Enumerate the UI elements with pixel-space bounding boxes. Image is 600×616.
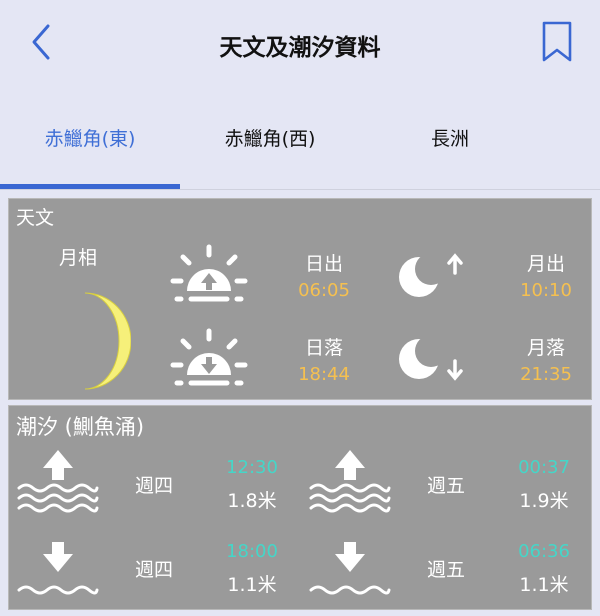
moonrise-time: 10:10 bbox=[520, 280, 572, 301]
tide-day: 週五 bbox=[426, 475, 465, 497]
tide-day: 週五 bbox=[426, 559, 465, 581]
active-tab-indicator bbox=[0, 184, 180, 189]
low-tide-icon bbox=[309, 538, 391, 598]
tide-height: 1.1米 bbox=[519, 574, 569, 596]
high-tide-icon bbox=[309, 448, 391, 516]
tide-height: 1.8米 bbox=[227, 490, 277, 512]
astronomy-panel: 天文 月相 日出 06:05 月出 10:10 日落 18:44 月落 21:3… bbox=[8, 198, 592, 400]
moon-phase-icon bbox=[81, 291, 131, 391]
tide-time: 18:00 bbox=[226, 541, 278, 562]
moonset-icon bbox=[395, 335, 465, 385]
moonrise-icon bbox=[395, 251, 465, 301]
tide-height: 1.9米 bbox=[519, 490, 569, 512]
tide-height: 1.1米 bbox=[227, 574, 277, 596]
sunrise-label: 日出 bbox=[304, 253, 343, 275]
tide-title: 潮汐 (鰂魚涌) bbox=[16, 415, 145, 439]
tide-time: 00:37 bbox=[518, 457, 570, 478]
location-tabs: 赤鱲角(東) 赤鱲角(西) 長洲 bbox=[0, 86, 600, 190]
sunrise-time: 06:05 bbox=[298, 280, 350, 301]
astronomy-title: 天文 bbox=[16, 207, 55, 229]
sunset-label: 日落 bbox=[304, 337, 343, 359]
tide-time: 06:36 bbox=[518, 541, 570, 562]
tab-chek-lap-kok-west[interactable]: 赤鱲角(西) bbox=[180, 124, 360, 151]
bookmark-icon bbox=[542, 21, 572, 62]
header-bar: 天文及潮汐資料 bbox=[0, 0, 600, 86]
tab-chek-lap-kok-east[interactable]: 赤鱲角(東) bbox=[0, 124, 180, 151]
tide-time: 12:30 bbox=[226, 457, 278, 478]
page-title: 天文及潮汐資料 bbox=[219, 35, 381, 61]
tab-cheung-chau[interactable]: 長洲 bbox=[360, 124, 540, 151]
bookmark-button[interactable] bbox=[540, 20, 574, 64]
tide-day: 週四 bbox=[134, 559, 173, 581]
high-tide-icon bbox=[17, 448, 99, 516]
tide-panel: 潮汐 (鰂魚涌) 週四 12:30 1.8米 週五 00:37 1.9米 週四 … bbox=[8, 405, 592, 610]
sunset-icon bbox=[169, 327, 249, 389]
moonset-label: 月落 bbox=[526, 337, 565, 359]
sunrise-icon bbox=[169, 243, 249, 305]
moonset-time: 21:35 bbox=[520, 364, 572, 385]
sunset-time: 18:44 bbox=[298, 364, 350, 385]
moon-phase-label: 月相 bbox=[58, 247, 97, 269]
low-tide-icon bbox=[17, 538, 99, 598]
tide-day: 週四 bbox=[134, 475, 173, 497]
moonrise-label: 月出 bbox=[526, 253, 565, 275]
